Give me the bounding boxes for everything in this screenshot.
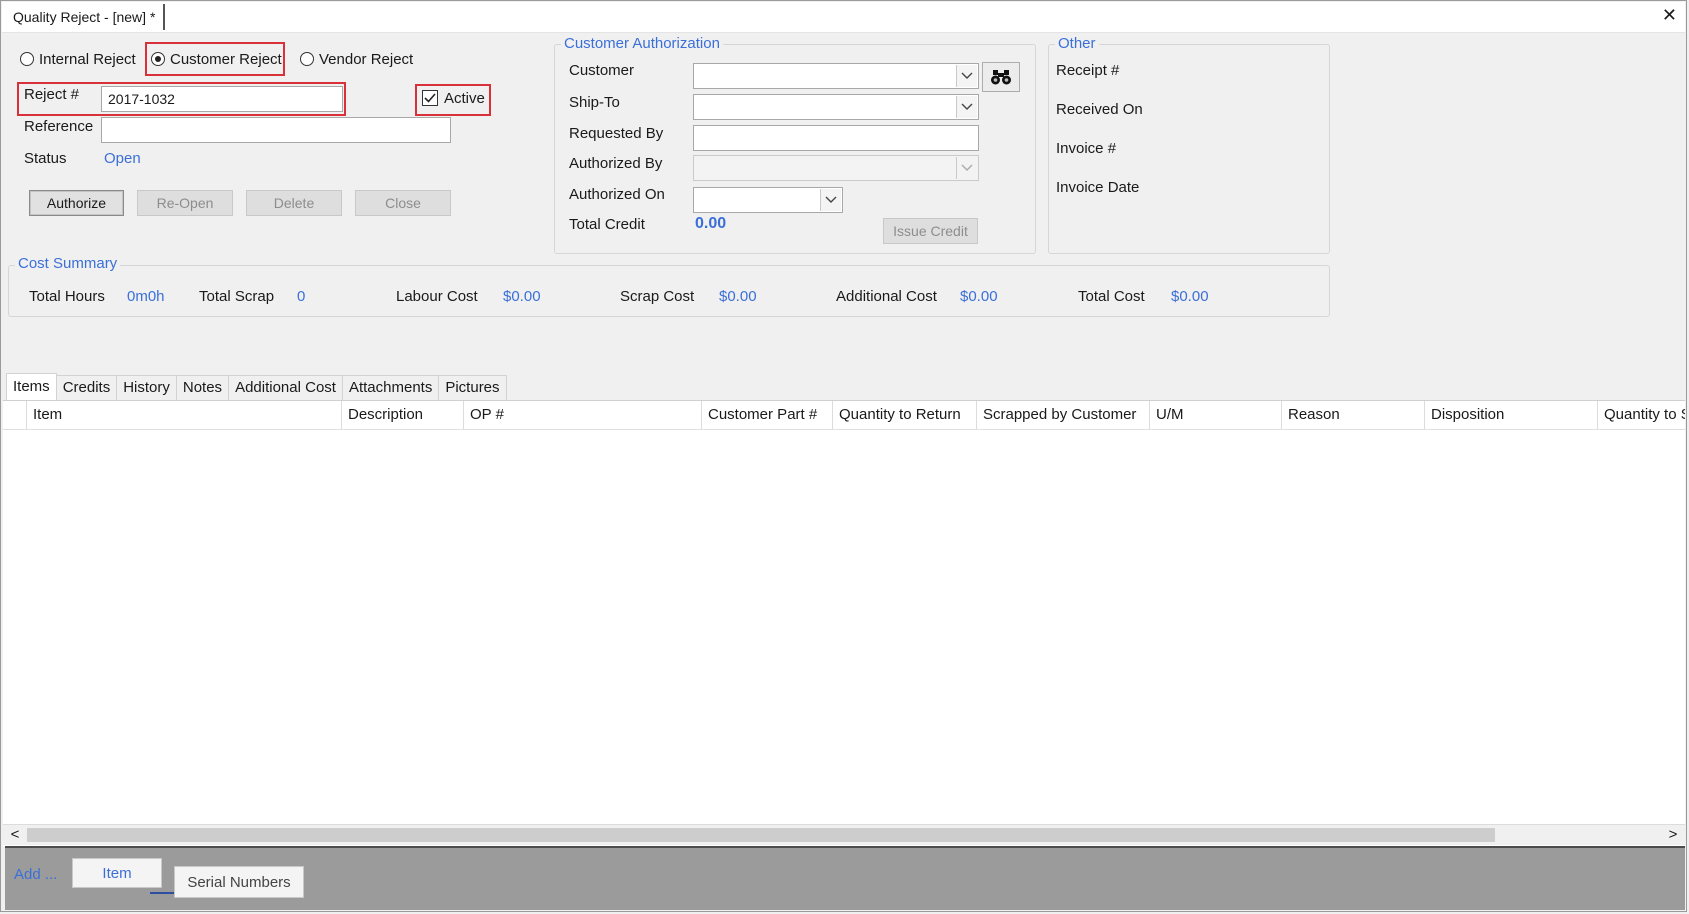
customer-authorization-title: Customer Authorization [561,35,723,53]
scrap-cost-label: Scrap Cost [620,288,695,305]
customer-reject-label: Customer Reject [170,50,282,68]
delete-button[interactable]: Delete [246,190,342,216]
authorized-by-combo[interactable] [693,155,979,181]
reference-field[interactable] [101,117,451,143]
total-cost-label: Total Cost [1078,288,1145,305]
active-checkbox[interactable] [422,90,438,106]
chevron-down-icon[interactable] [956,96,977,118]
ship-to-combo[interactable] [693,94,979,120]
row-header-column [3,401,27,429]
customer-label: Customer [569,62,635,79]
total-scrap-value: 0 [297,288,306,305]
scroll-left-icon[interactable]: < [5,825,25,845]
total-hours-label: Total Hours [29,288,105,305]
column-customer-part[interactable]: Customer Part # [702,401,833,429]
tab-indicator [150,892,174,894]
receipt-label: Receipt # [1056,62,1120,79]
binoculars-icon [991,70,1011,85]
radio-off-icon [20,52,34,66]
labour-cost-value: $0.00 [503,288,541,305]
tab-history[interactable]: History [116,375,177,400]
column-item[interactable]: Item [27,401,342,429]
internal-reject-radio[interactable]: Internal Reject [20,48,136,70]
checkmark-icon [424,93,436,103]
reference-label: Reference [24,118,94,135]
cost-summary-title: Cost Summary [15,255,121,273]
tab-attachments[interactable]: Attachments [341,375,440,400]
vendor-reject-label: Vendor Reject [319,50,414,68]
total-hours-value: 0m0h [127,288,165,305]
requested-by-label: Requested By [569,125,664,142]
scrollbar-thumb[interactable] [27,828,1495,842]
chevron-down-icon[interactable] [820,189,841,211]
total-cost-value: $0.00 [1171,288,1209,305]
authorized-on-label: Authorized On [569,186,665,203]
total-credit-label: Total Credit [569,216,645,233]
total-credit-value: 0.00 [695,215,727,232]
add-item-button[interactable]: Item [72,858,162,888]
column-disposition[interactable]: Disposition [1425,401,1598,429]
active-label: Active [444,90,485,107]
reject-number-field[interactable]: 2017-1032 [101,86,343,112]
additional-cost-value: $0.00 [960,288,998,305]
internal-reject-label: Internal Reject [39,50,136,68]
chevron-down-icon[interactable] [956,157,977,179]
customer-combo[interactable] [693,63,979,89]
tab-items[interactable]: Items [6,373,57,400]
authorized-by-label: Authorized By [569,155,663,172]
column-description[interactable]: Description [342,401,464,429]
tab-pictures[interactable]: Pictures [438,375,507,400]
ship-to-label: Ship-To [569,94,620,111]
status-value: Open [104,150,141,167]
vendor-reject-radio[interactable]: Vendor Reject [300,48,413,70]
radio-on-icon [151,52,165,66]
issue-credit-button[interactable]: Issue Credit [883,218,978,244]
column-reason[interactable]: Reason [1282,401,1425,429]
customer-search-button[interactable] [982,62,1020,92]
horizontal-scrollbar[interactable]: < > [3,824,1685,845]
reopen-button[interactable]: Re-Open [137,190,233,216]
grid-header-row: Item Description OP # Customer Part # Qu… [3,401,1685,430]
title-bar [2,2,1685,33]
scrap-cost-value: $0.00 [719,288,757,305]
invoice-label: Invoice # [1056,140,1117,157]
total-scrap-label: Total Scrap [199,288,275,305]
serial-numbers-button[interactable]: Serial Numbers [174,866,304,898]
authorized-on-picker[interactable] [693,187,843,213]
detail-tabs: Items Credits History Notes Additional C… [6,373,507,401]
labour-cost-label: Labour Cost [396,288,478,305]
additional-cost-label: Additional Cost [836,288,937,305]
status-label: Status [24,150,67,167]
document-tab[interactable]: Quality Reject - [new] * [4,4,166,30]
column-quantity-to-s[interactable]: Quantity to S [1598,401,1685,429]
received-on-label: Received On [1056,101,1143,118]
tab-credits[interactable]: Credits [55,375,118,400]
requested-by-field[interactable] [693,125,979,151]
chevron-down-icon[interactable] [956,65,977,87]
invoice-date-label: Invoice Date [1056,179,1140,196]
reject-number-label: Reject # [24,86,80,103]
tab-notes[interactable]: Notes [175,375,230,400]
column-um[interactable]: U/M [1150,401,1282,429]
close-button[interactable]: Close [355,190,451,216]
column-scrapped-by-customer[interactable]: Scrapped by Customer [977,401,1150,429]
add-label[interactable]: Add ... [14,866,57,883]
items-grid[interactable]: Item Description OP # Customer Part # Qu… [3,400,1685,847]
authorize-button[interactable]: Authorize [29,190,124,216]
tab-additional-cost[interactable]: Additional Cost [228,375,343,400]
other-title: Other [1055,35,1099,53]
customer-reject-radio[interactable]: Customer Reject [151,48,282,70]
column-op-number[interactable]: OP # [464,401,702,429]
close-icon[interactable]: ✕ [1662,5,1677,25]
column-quantity-to-return[interactable]: Quantity to Return [833,401,977,429]
scroll-right-icon[interactable]: > [1663,825,1683,845]
radio-off-icon [300,52,314,66]
